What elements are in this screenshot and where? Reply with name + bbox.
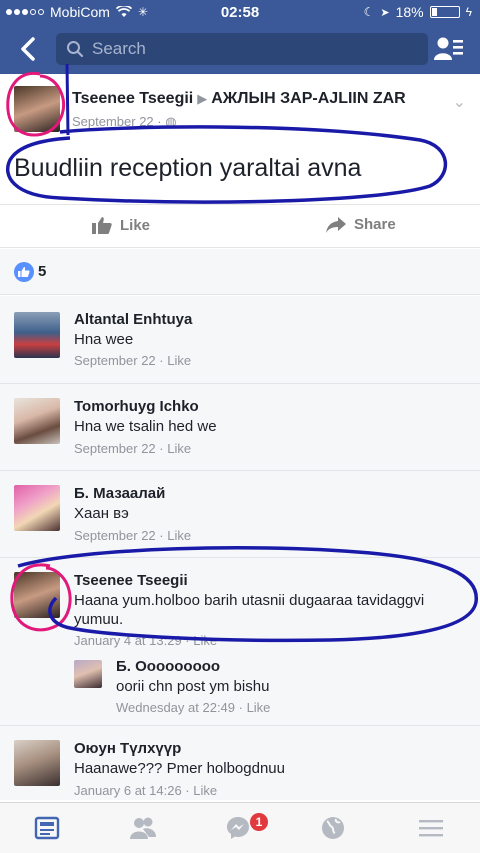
battery-percent: 18% [395,4,424,20]
avatar[interactable] [14,86,60,132]
comment-author[interactable]: Б. Мазаалай [74,485,165,502]
avatar[interactable] [14,312,60,358]
bottom-tab-bar [0,802,480,853]
search-input[interactable] [92,39,392,59]
comment-text: Haanawe??? Pmer holbogdnuu [74,760,285,777]
comment-text: Haana yum.holboo barih utasnii dugaaraa … [74,592,425,628]
post-date[interactable]: September 22 [72,114,154,129]
globe-icon: ◍ [165,114,177,129]
like-reaction-icon [14,262,34,282]
avatar[interactable] [14,740,60,786]
comment-meta[interactable]: September 22 · Like [74,441,191,456]
likes-summary[interactable]: 5 [0,249,480,295]
post-text: Buudliin reception yaraltai avna [14,154,362,182]
status-bar: MobiCom ✳ 02:58 ☾ ➤ 18% ϟ [0,0,480,24]
chevron-left-icon[interactable] [14,34,44,64]
globe-icon[interactable] [320,815,346,841]
comment: Tomorhuyg Ichko Hna we tsalin hed we Sep… [0,384,480,471]
post-author-line[interactable]: Tseenee Tseegii ▶ АЖЛЫН ЗАР-AJLIIN ZAR [72,90,406,108]
comment-author[interactable]: Altantal Enhtuya [74,311,192,328]
comment-text: Хаан вэ [74,505,129,522]
share-button[interactable]: Share [326,216,396,233]
reply-text: oorii chn post ym bishu [116,678,270,695]
top-navbar [0,24,480,74]
post-meta: September 22 · ◍ [72,114,177,129]
search-icon [67,41,84,58]
battery-icon [429,6,460,18]
avatar[interactable] [14,485,60,531]
thumbs-up-icon [92,217,112,234]
comment-thread: Tseenee Tseegii Haana yum.holboo barih u… [0,558,480,726]
like-label: Like [120,216,151,234]
comment-author[interactable]: Оюун Түлхүүр [74,740,181,757]
reply-author[interactable]: Б. Ооооооооо [116,658,220,675]
search-bar[interactable] [56,33,428,65]
triangle-right-icon: ▶ [197,91,208,106]
comment-meta[interactable]: January 4 at 13:29 · Like [74,633,217,648]
messenger-icon[interactable] [225,815,251,841]
avatar[interactable] [14,572,60,618]
comment: Оюун Түлхүүр Haanawe??? Pmer holbogdnuu … [0,726,480,800]
like-count: 5 [38,263,47,280]
comment: Б. Мазаалай Хаан вэ September 22 · Like [0,471,480,558]
comment-author[interactable]: Tseenee Tseegii [74,572,188,589]
post-author-name[interactable]: Tseenee Tseegii [72,90,193,107]
friends-icon[interactable] [130,815,156,841]
comment-meta[interactable]: September 22 · Like [74,353,191,368]
share-label: Share [354,216,396,233]
reply-meta[interactable]: Wednesday at 22:49 · Like [116,700,270,715]
post-target-group[interactable]: АЖЛЫН ЗАР-AJLIIN ZAR [211,90,405,107]
menu-icon[interactable] [418,815,444,841]
avatar[interactable] [74,660,102,688]
messenger-badge: 1 [250,813,268,831]
comments-list: Altantal Enhtuya Hna wee September 22 · … [0,296,480,800]
friend-requests-icon[interactable] [434,36,464,62]
post-header: Tseenee Tseegii ▶ АЖЛЫН ЗАР-AJLIIN ZAR Sep… [0,74,480,138]
moon-icon: ☾ [363,5,375,19]
comment-text: Hna we tsalin hed we [74,418,217,435]
chevron-down-icon[interactable]: ⌄ [453,92,466,112]
comment-text: Hna wee [74,331,134,348]
comment-author[interactable]: Tomorhuyg Ichko [74,398,199,415]
location-icon: ➤ [380,6,390,19]
avatar[interactable] [14,398,60,444]
news-feed-icon[interactable] [34,815,60,841]
comment-meta[interactable]: September 22 · Like [74,528,191,543]
comment: Altantal Enhtuya Hna wee September 22 · … [0,296,480,384]
share-arrow-icon [326,216,346,233]
comment-meta[interactable]: January 6 at 14:26 · Like [74,783,217,798]
post-action-bar: Like Share [0,204,480,248]
like-button[interactable]: Like [92,216,150,234]
charging-icon: ϟ [465,5,472,19]
